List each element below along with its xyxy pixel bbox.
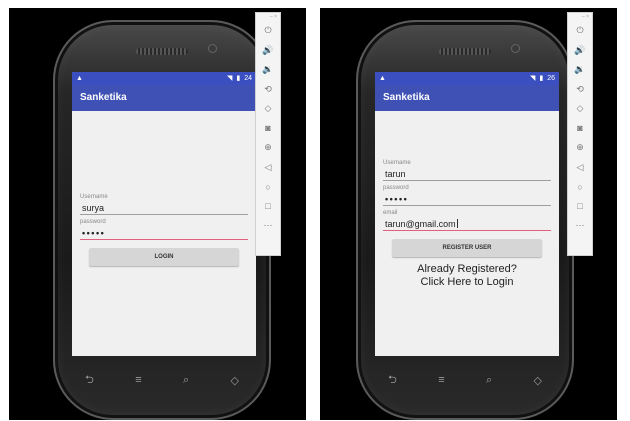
- signal-icon: ◥: [529, 75, 536, 82]
- signal-icon: ◥: [226, 75, 233, 82]
- text-cursor: [456, 219, 458, 228]
- search-key-icon[interactable]: ⌕: [183, 374, 189, 387]
- rotate-right-icon[interactable]: ◇: [256, 99, 280, 119]
- login-link-line2: Click Here to Login: [420, 276, 514, 288]
- search-key-icon[interactable]: ⌕: [486, 374, 492, 387]
- email-field[interactable]: tarun@gmail.com: [383, 216, 551, 231]
- login-link-line1: Already Registered?: [417, 263, 517, 275]
- more-icon[interactable]: ⋯: [256, 216, 280, 236]
- notification-icon: ▲: [379, 75, 386, 82]
- toolbar-icons: ⏻ 🔊 🔉 ⟲ ◇ ◙ ⊕ ◁ ○ □ ⋯: [256, 21, 280, 236]
- login-button[interactable]: LOGIN: [89, 248, 239, 266]
- home-icon[interactable]: ○: [568, 177, 592, 197]
- emulator-toolbar: – × ⏻ 🔊 🔉 ⟲ ◇ ◙ ⊕ ◁ ○ □ ⋯: [567, 12, 593, 256]
- notification-icon: ▲: [76, 75, 83, 82]
- phone-frame: ▲ ◥ ▮ 26 Sanketika Username tarun passwo…: [356, 20, 574, 420]
- window-controls[interactable]: – ×: [568, 13, 592, 21]
- register-form: Username tarun password ••••• email taru…: [383, 156, 551, 289]
- back-key-icon[interactable]: ⮌: [388, 371, 397, 390]
- username-field[interactable]: surya: [80, 200, 248, 215]
- more-icon[interactable]: ⋯: [568, 216, 592, 236]
- phone-frame: ▲ ◥ ▮ 24 Sanketika Username surya passwo…: [53, 20, 271, 420]
- toolbar-icons: ⏻ 🔊 🔉 ⟲ ◇ ◙ ⊕ ◁ ○ □ ⋯: [568, 21, 592, 236]
- volume-down-icon[interactable]: 🔉: [256, 60, 280, 80]
- battery-icon: ▮: [236, 75, 241, 82]
- menu-key-icon[interactable]: ≡: [438, 374, 444, 386]
- zoom-icon[interactable]: ⊕: [568, 138, 592, 158]
- overview-icon[interactable]: □: [568, 197, 592, 217]
- back-icon[interactable]: ◁: [568, 158, 592, 178]
- camera-icon[interactable]: ◙: [568, 119, 592, 139]
- front-camera: [208, 44, 217, 53]
- speaker-grille: [136, 48, 188, 55]
- back-key-icon[interactable]: ⮌: [85, 371, 94, 390]
- login-form: Username surya password ••••• LOGIN: [80, 190, 248, 266]
- volume-up-icon[interactable]: 🔊: [256, 41, 280, 61]
- window-controls[interactable]: – ×: [256, 13, 280, 21]
- power-icon[interactable]: ⏻: [256, 21, 280, 41]
- volume-down-icon[interactable]: 🔉: [568, 60, 592, 80]
- rotate-left-icon[interactable]: ⟲: [256, 80, 280, 100]
- zoom-icon[interactable]: ⊕: [256, 138, 280, 158]
- front-camera: [511, 44, 520, 53]
- recent-key-icon[interactable]: ◇: [231, 374, 239, 387]
- password-field[interactable]: •••••: [383, 191, 551, 206]
- status-bar: ▲ ◥ ▮ 26: [375, 72, 559, 85]
- password-field[interactable]: •••••: [80, 225, 248, 240]
- hardware-nav-keys: ⮌ ≡ ⌕ ◇: [85, 372, 239, 388]
- emulator-panel-login: ▲ ◥ ▮ 24 Sanketika Username surya passwo…: [9, 8, 306, 420]
- hardware-nav-keys: ⮌ ≡ ⌕ ◇: [388, 372, 542, 388]
- username-field[interactable]: tarun: [383, 166, 551, 181]
- phone-screen: ▲ ◥ ▮ 26 Sanketika Username tarun passwo…: [375, 72, 559, 356]
- rotate-left-icon[interactable]: ⟲: [568, 80, 592, 100]
- emulator-panel-register: ▲ ◥ ▮ 26 Sanketika Username tarun passwo…: [320, 8, 617, 420]
- email-value: tarun@gmail.com: [385, 219, 456, 229]
- emulator-toolbar: – × ⏻ 🔊 🔉 ⟲ ◇ ◙ ⊕ ◁ ○ □ ⋯: [255, 12, 281, 256]
- power-icon[interactable]: ⏻: [568, 21, 592, 41]
- app-title: Sanketika: [72, 85, 256, 111]
- camera-icon[interactable]: ◙: [256, 119, 280, 139]
- back-icon[interactable]: ◁: [256, 158, 280, 178]
- phone-screen: ▲ ◥ ▮ 24 Sanketika Username surya passwo…: [72, 72, 256, 356]
- register-user-button[interactable]: REGISTER USER: [392, 239, 542, 257]
- app-title: Sanketika: [375, 85, 559, 111]
- recent-key-icon[interactable]: ◇: [534, 374, 542, 387]
- status-time: 24: [244, 75, 252, 82]
- overview-icon[interactable]: □: [256, 197, 280, 217]
- home-icon[interactable]: ○: [256, 177, 280, 197]
- speaker-grille: [439, 48, 491, 55]
- rotate-right-icon[interactable]: ◇: [568, 99, 592, 119]
- battery-icon: ▮: [539, 75, 544, 82]
- status-time: 26: [547, 75, 555, 82]
- login-link[interactable]: Already Registered? Click Here to Login: [383, 263, 551, 289]
- volume-up-icon[interactable]: 🔊: [568, 41, 592, 61]
- status-bar: ▲ ◥ ▮ 24: [72, 72, 256, 85]
- menu-key-icon[interactable]: ≡: [135, 374, 141, 386]
